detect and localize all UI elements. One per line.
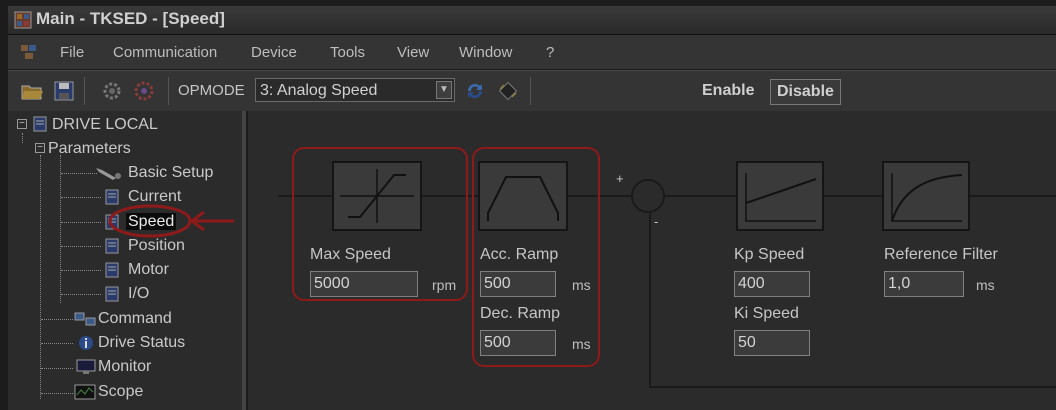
menu-bar: File Communication Device Tools View Win… [8,35,1056,69]
opmode-select[interactable]: 3: Analog Speed ▼ [255,78,455,102]
network-icon [74,312,96,326]
open-folder-icon[interactable] [20,79,44,103]
document-icon [105,262,119,278]
toolbar-separator [168,77,169,105]
tree-line [61,246,101,247]
tree-item-motor[interactable]: Motor [128,261,169,279]
tree-line [41,343,73,344]
tree-line [61,197,101,198]
enable-button[interactable]: Enable [696,79,760,103]
opmode-label: OPMODE [178,82,245,99]
document-icon [33,116,47,132]
reference-filter-input[interactable]: 1,0 [884,271,964,297]
tree-line [41,393,73,394]
toolbar: OPMODE 3: Analog Speed ▼ Enable Disable [8,70,1056,111]
chip-icon[interactable] [496,79,520,103]
menu-window[interactable]: Window [459,44,512,61]
speed-control-diagram: + - Max Speed 5000 rpm Acc. Ramp 500 ms … [248,111,1056,410]
tree-line [61,222,101,223]
sum-plus-sign: + [616,171,624,186]
menu-file[interactable]: File [60,44,84,61]
tree-item-basic-setup[interactable]: Basic Setup [128,164,213,182]
tree-line [22,133,23,143]
refresh-icon[interactable] [463,79,487,103]
ki-speed-label: Ki Speed [734,305,799,322]
toolbar-separator [84,77,85,105]
monitor-icon [76,359,96,374]
tree-line [61,173,97,174]
ki-speed-input[interactable]: 50 [734,330,810,356]
kp-speed-input[interactable]: 400 [734,271,810,297]
menu-device[interactable]: Device [251,44,297,61]
info-icon [79,336,93,350]
collapse-icon[interactable]: − [17,119,27,129]
save-icon[interactable] [52,79,76,103]
disable-button[interactable]: Disable [770,79,841,105]
document-menu-icon[interactable] [20,43,38,61]
pi-curve-icon [745,173,817,222]
tree-item-parameters[interactable]: Parameters [48,140,131,158]
tree-item-io[interactable]: I/O [128,285,149,303]
max-speed-highlight [292,147,468,301]
document-icon [105,286,119,302]
menu-tools[interactable]: Tools [330,44,365,61]
tree-item-command[interactable]: Command [98,310,172,328]
menu-communication[interactable]: Communication [113,44,217,61]
tree-item-drive-status[interactable]: Drive Status [98,334,185,352]
navigation-tree: − DRIVE LOCAL − Parameters Basic Setup C… [8,111,246,410]
title-bar: Main - TKSED - [Speed] [8,6,1056,35]
gear-icon[interactable] [100,79,124,103]
settings-wheel-icon[interactable] [132,79,156,103]
reference-filter-unit: ms [976,277,995,293]
tree-line [41,319,73,320]
window-title: Main - TKSED - [Speed] [36,9,225,28]
tree-root-drive-local[interactable]: DRIVE LOCAL [52,116,158,134]
kp-speed-label: Kp Speed [734,246,805,263]
menu-help[interactable]: ? [546,44,554,61]
sum-minus-sign: - [654,214,659,229]
opmode-value: 3: Analog Speed [260,82,378,99]
ramp-highlight [472,147,600,367]
scope-icon [74,384,96,400]
app-icon [14,11,32,29]
toolbar-separator [530,77,531,105]
wrench-icon [96,168,121,180]
chevron-down-icon[interactable]: ▼ [436,81,452,99]
highlight-annotation [108,204,234,238]
pi-controller-block[interactable] [736,161,824,231]
filter-curve-icon [891,173,963,222]
tree-item-monitor[interactable]: Monitor [98,358,151,376]
reference-filter-block[interactable] [882,161,970,231]
tree-line [40,155,41,399]
collapse-icon[interactable]: − [35,143,45,153]
tree-item-scope[interactable]: Scope [98,383,143,401]
menu-view[interactable]: View [397,44,429,61]
tree-line [61,270,101,271]
tree-line [41,368,73,369]
tree-line [61,294,101,295]
tree-line [60,155,61,303]
reference-filter-label: Reference Filter [884,246,998,263]
